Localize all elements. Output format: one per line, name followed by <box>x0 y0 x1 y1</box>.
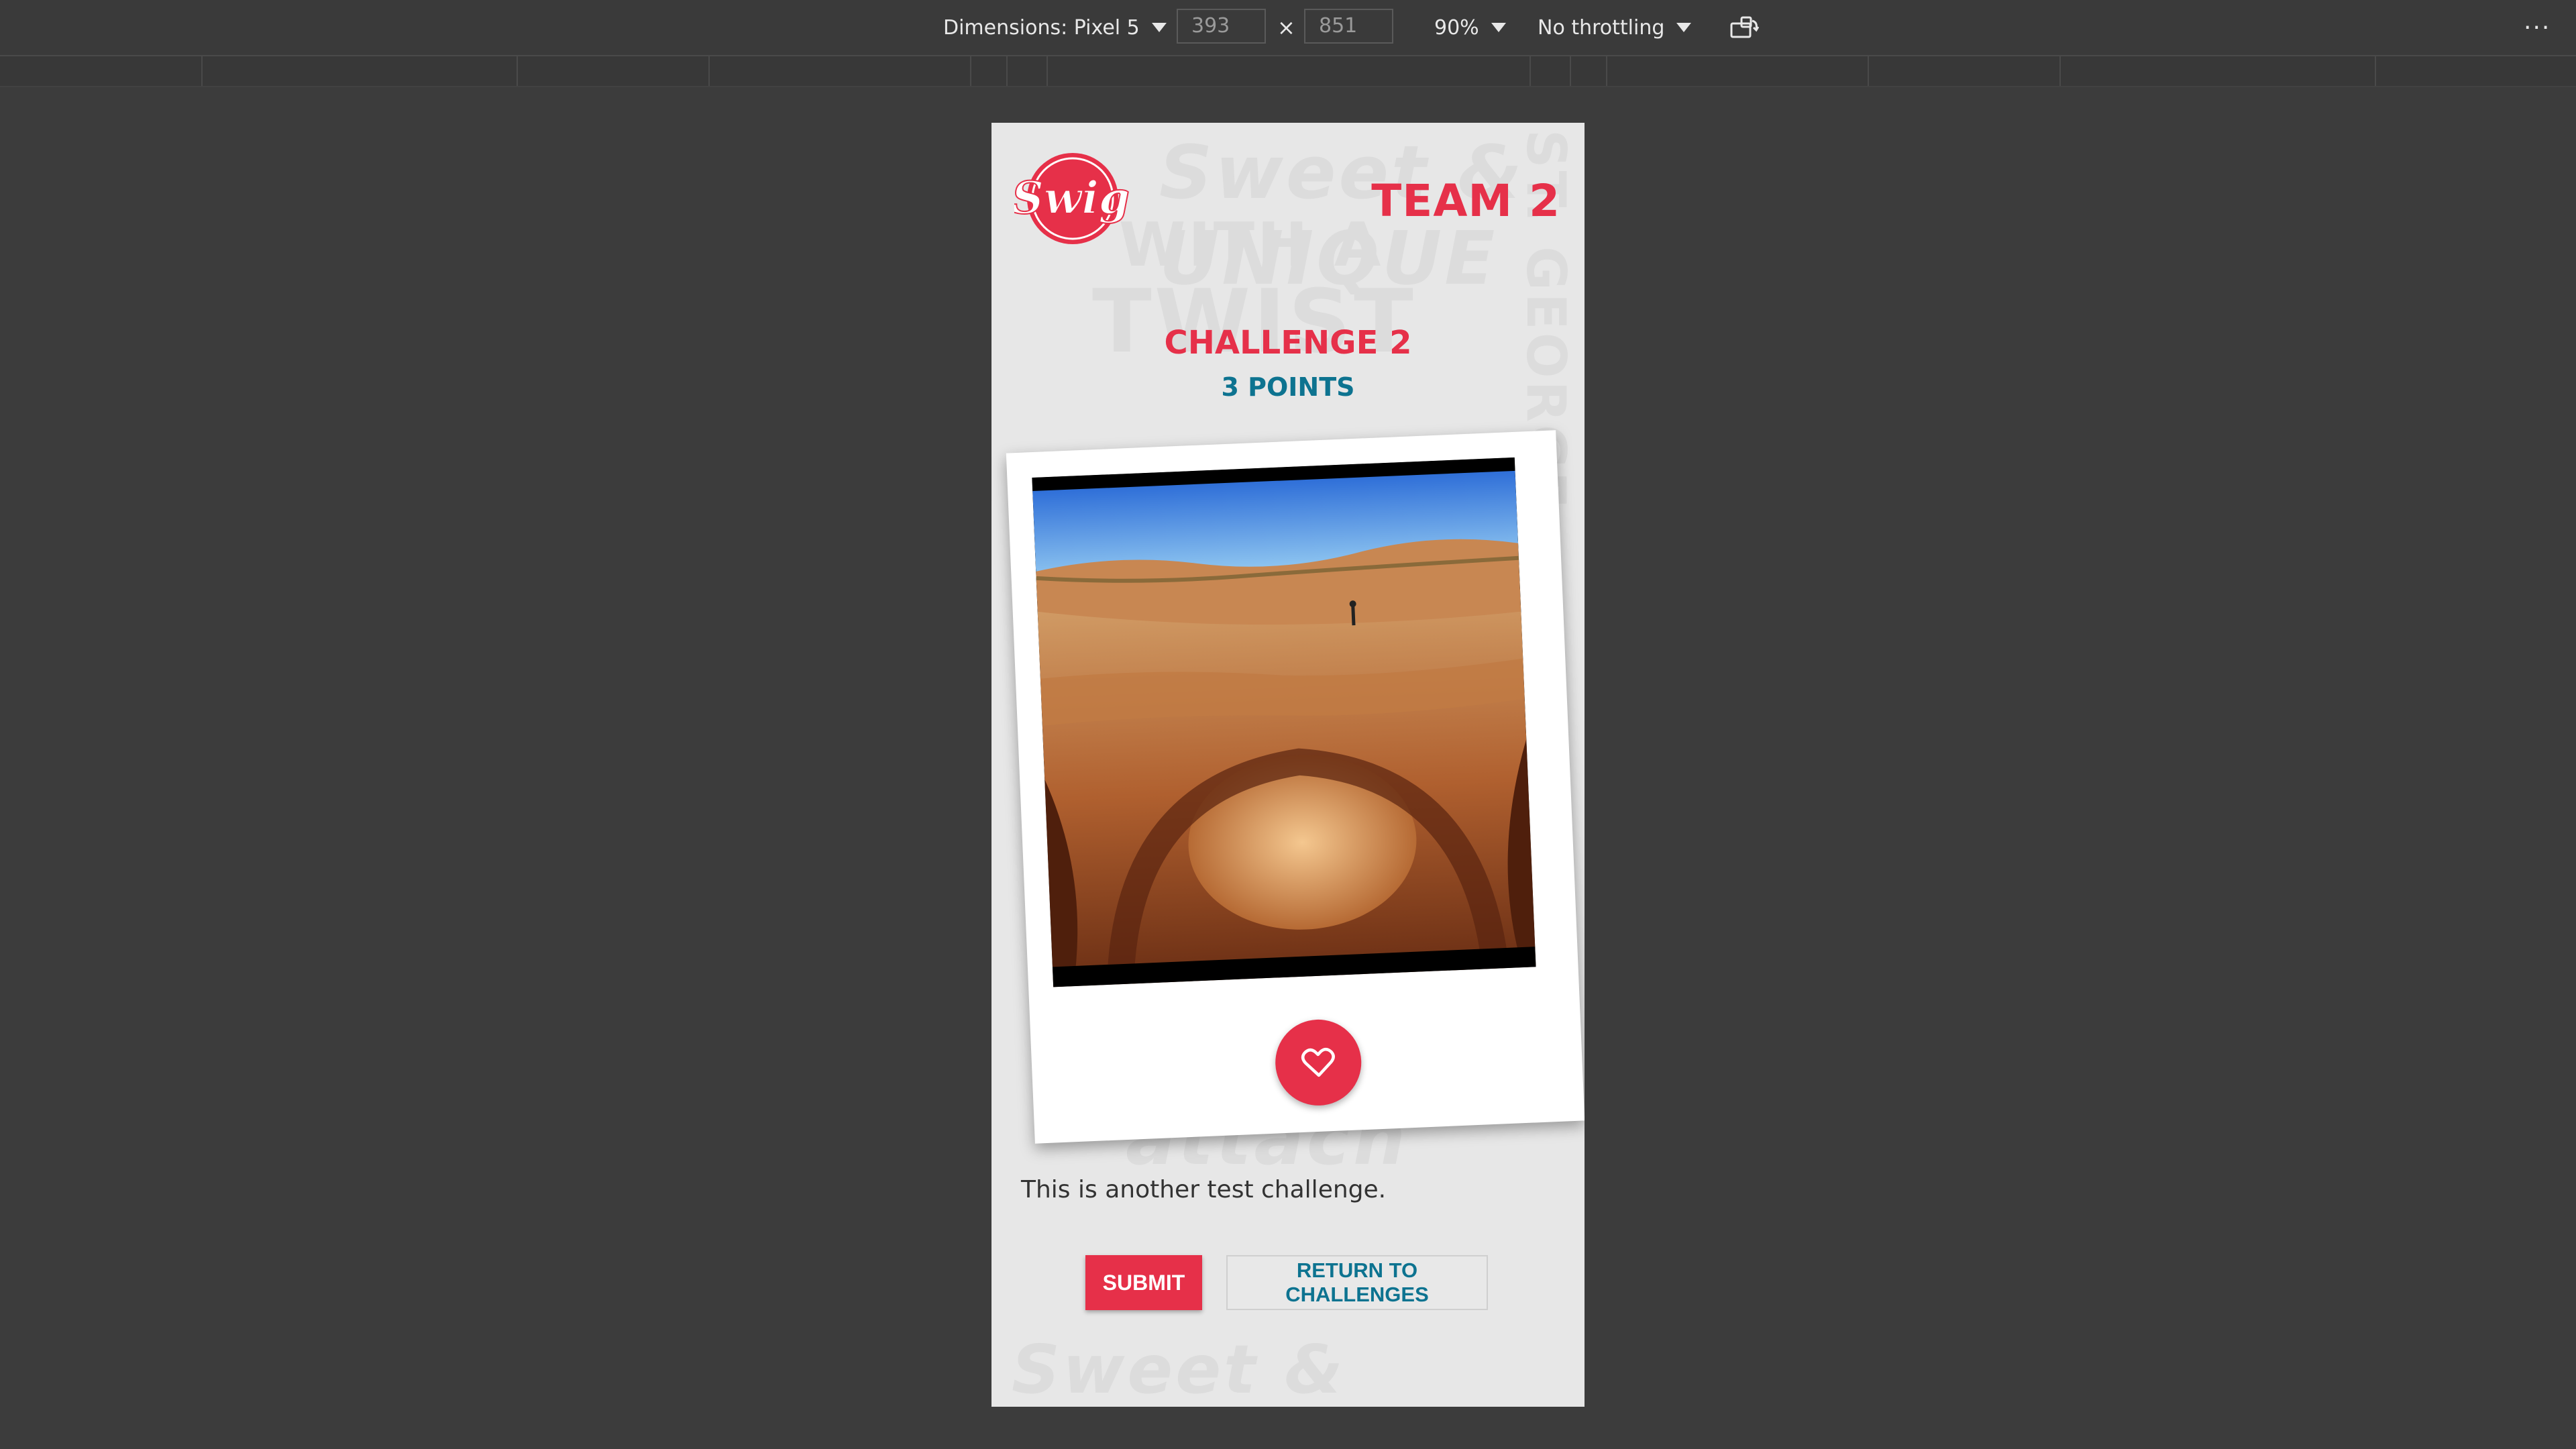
zoom-label: 90% <box>1434 15 1479 40</box>
device-dimensions-label: Dimensions: Pixel 5 <box>943 15 1140 40</box>
height-input[interactable]: 851 <box>1304 9 1393 44</box>
throttling-dropdown[interactable]: No throttling <box>1538 0 1692 55</box>
return-to-challenges-button[interactable]: RETURN TO CHALLENGES <box>1226 1255 1488 1310</box>
rotate-device-button[interactable] <box>1729 0 1759 55</box>
devtools-toolbar: Dimensions: Pixel 5 393 × 851 90% No thr… <box>0 0 2576 56</box>
svg-text:Swig: Swig <box>1014 172 1130 224</box>
more-options-button[interactable]: ··· <box>2524 0 2551 55</box>
width-input[interactable]: 393 <box>1177 9 1266 44</box>
throttling-label: No throttling <box>1538 15 1665 40</box>
chevron-down-icon <box>1491 23 1506 32</box>
rotate-device-icon <box>1730 16 1759 38</box>
device-dimensions-dropdown[interactable]: Dimensions: Pixel 5 <box>943 0 1167 55</box>
challenge-photo-card <box>1006 430 1585 1144</box>
background-pattern-text: WITH A <box>1119 210 1384 280</box>
chevron-down-icon <box>1151 23 1167 32</box>
swig-logo[interactable]: Swig <box>1011 146 1131 248</box>
chevron-down-icon <box>1676 23 1692 32</box>
swig-logo-badge: Swig <box>1011 153 1130 244</box>
team-name: TEAM 2 <box>1371 175 1560 227</box>
device-viewport: Sweet & UNIQUE WITH A TWIST ST. GEORGE a… <box>991 123 1585 1407</box>
zoom-dropdown[interactable]: 90% <box>1434 0 1506 55</box>
like-button[interactable] <box>1273 1018 1363 1108</box>
heart-icon <box>1301 1047 1335 1077</box>
challenge-title: CHALLENGE 2 <box>1164 324 1412 362</box>
submit-button[interactable]: SUBMIT <box>1085 1255 1202 1310</box>
dimension-separator: × <box>1277 15 1295 40</box>
background-pattern-text: Sweet & UNIQUE <box>1012 1330 1346 1407</box>
challenge-description: This is another test challenge. <box>1021 1176 1387 1203</box>
challenge-photo <box>1032 457 1536 987</box>
canyon-arch-photo <box>1032 457 1536 987</box>
media-query-ruler <box>0 56 2576 87</box>
challenge-points: 3 POINTS <box>1221 372 1355 402</box>
